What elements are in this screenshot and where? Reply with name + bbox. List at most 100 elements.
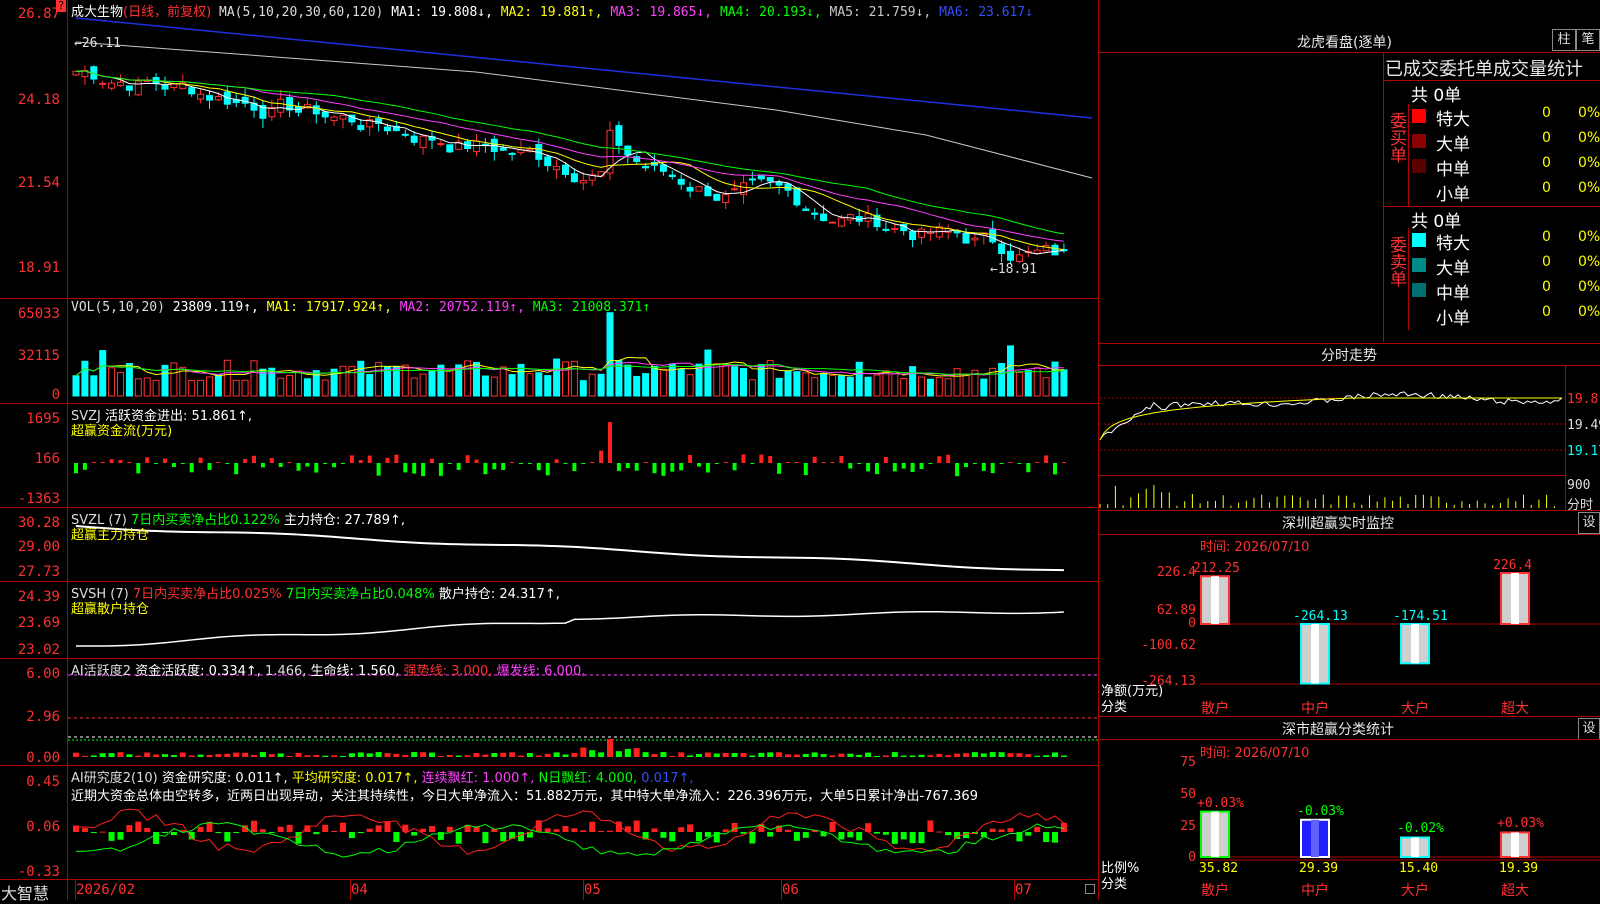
activity-bar xyxy=(589,750,596,757)
fund-flow-bar xyxy=(216,462,221,464)
research-bar xyxy=(331,830,338,832)
lhb-sep-sell xyxy=(1408,228,1409,330)
monitor-category: 超大 xyxy=(1501,701,1529,717)
activity-bar xyxy=(713,753,720,757)
fund-flow-bar xyxy=(616,463,621,471)
monitor-bar xyxy=(1400,623,1430,665)
candle-body xyxy=(731,188,739,191)
volume-bar xyxy=(864,376,872,397)
research-bar xyxy=(1052,832,1058,843)
volume-bar xyxy=(935,376,943,397)
fund-flow-bar xyxy=(180,463,185,464)
volume-bar xyxy=(384,366,391,397)
research-bar xyxy=(1060,822,1067,832)
fund-flow-bar xyxy=(981,463,986,471)
research-bar xyxy=(874,832,880,834)
order-type-name: 特大 xyxy=(1436,234,1470,254)
candle-body xyxy=(579,179,587,184)
classify-settings-button[interactable]: 设 xyxy=(1578,718,1600,740)
activity-bar xyxy=(998,752,1005,757)
tick-view-button[interactable]: 笔 xyxy=(1576,29,1600,51)
classify-bar-change: -0.02% xyxy=(1397,821,1444,837)
classify-title: 深市超赢分类统计 xyxy=(1282,722,1394,738)
fund-flow-bar xyxy=(323,463,328,464)
fund-flow-bar xyxy=(999,463,1004,464)
kline-chart-canvas[interactable] xyxy=(0,0,1098,900)
classify-bar-shine xyxy=(1211,811,1219,857)
volume-bar xyxy=(562,361,569,397)
bar-view-button[interactable]: 柱 xyxy=(1552,29,1576,51)
candle-body xyxy=(384,126,391,132)
fund-flow-bar xyxy=(866,463,871,472)
candle-body xyxy=(268,106,276,118)
fund-flow-bar xyxy=(430,458,434,463)
activity-bar xyxy=(81,755,88,757)
candle-body xyxy=(971,237,979,241)
fund-flow-bar xyxy=(1044,455,1049,463)
x-grid-apr xyxy=(350,880,351,900)
volume-bar xyxy=(704,349,712,397)
research-bar xyxy=(856,832,863,841)
x-tick-apr: 04 xyxy=(351,882,368,898)
lock-icon[interactable] xyxy=(1085,884,1095,894)
fund-flow-bar xyxy=(438,463,443,476)
activity-bar xyxy=(687,755,694,757)
order-swatch xyxy=(1412,308,1426,322)
classify-time: 时间: 2026/07/10 xyxy=(1200,746,1310,761)
volume-bar xyxy=(820,372,828,397)
monitor-settings-button[interactable]: 设 xyxy=(1578,512,1600,534)
fund-flow-bar xyxy=(189,463,194,473)
fund-flow-bar xyxy=(964,463,968,468)
order-count: 0 xyxy=(1542,254,1551,270)
research-bar xyxy=(793,832,800,841)
activity-bar xyxy=(446,755,453,757)
monitor-tick-1: 226.4 xyxy=(1156,565,1196,580)
volume-bar xyxy=(277,377,285,397)
fund-flow-bar xyxy=(768,455,773,463)
candle-body xyxy=(161,85,169,90)
activity-bar xyxy=(678,752,685,757)
activity-bar xyxy=(411,752,418,757)
activity-bar xyxy=(1025,754,1032,757)
volume-bar xyxy=(134,378,142,397)
research-bar xyxy=(162,832,168,833)
monitor-bar-shine xyxy=(1511,573,1519,624)
lifeline-value: 生命线: 1.560, xyxy=(310,664,400,679)
candle-body xyxy=(989,229,997,243)
fund-flow-bar xyxy=(1026,463,1031,473)
candle-body xyxy=(339,114,347,120)
classify-bar xyxy=(1200,810,1230,858)
candle-body xyxy=(562,164,569,175)
classify-bar-value: 29.39 xyxy=(1299,861,1339,876)
classify-bar-shine xyxy=(1411,837,1419,857)
fund-flow-bar xyxy=(554,459,559,463)
candle-body xyxy=(206,95,213,101)
fund-flow-bar xyxy=(972,463,977,464)
classify-bar xyxy=(1500,831,1530,858)
ma4-value: MA4: 20.193↓, xyxy=(719,5,822,20)
volume-bar xyxy=(553,358,561,397)
fund-flow-bar xyxy=(136,463,141,474)
fund-flow-bar xyxy=(679,463,684,471)
volume-bar xyxy=(481,375,489,397)
volume-bar xyxy=(1015,371,1023,397)
volume-bar xyxy=(624,364,632,397)
activity-bar xyxy=(99,753,106,757)
research-bar xyxy=(900,832,907,840)
volume-bar xyxy=(633,375,641,397)
research-bar xyxy=(99,831,106,833)
research-bar xyxy=(81,828,88,832)
activity-bar xyxy=(162,754,168,757)
stock-name[interactable]: 成大生物 xyxy=(71,5,123,20)
fund-flow-bar xyxy=(803,463,808,476)
monitor-bar-value: 226.4 xyxy=(1493,558,1533,573)
activity-bar xyxy=(971,752,978,757)
brand-logo: 大智慧 xyxy=(1,884,50,903)
order-pct: 0% xyxy=(1578,229,1600,245)
monitor-sep-title xyxy=(1098,534,1600,535)
order-count: 0 xyxy=(1542,155,1551,171)
research-line xyxy=(75,808,1065,855)
activity-bar xyxy=(963,753,969,757)
activity-bar xyxy=(980,753,987,757)
activity-bar xyxy=(927,755,934,757)
